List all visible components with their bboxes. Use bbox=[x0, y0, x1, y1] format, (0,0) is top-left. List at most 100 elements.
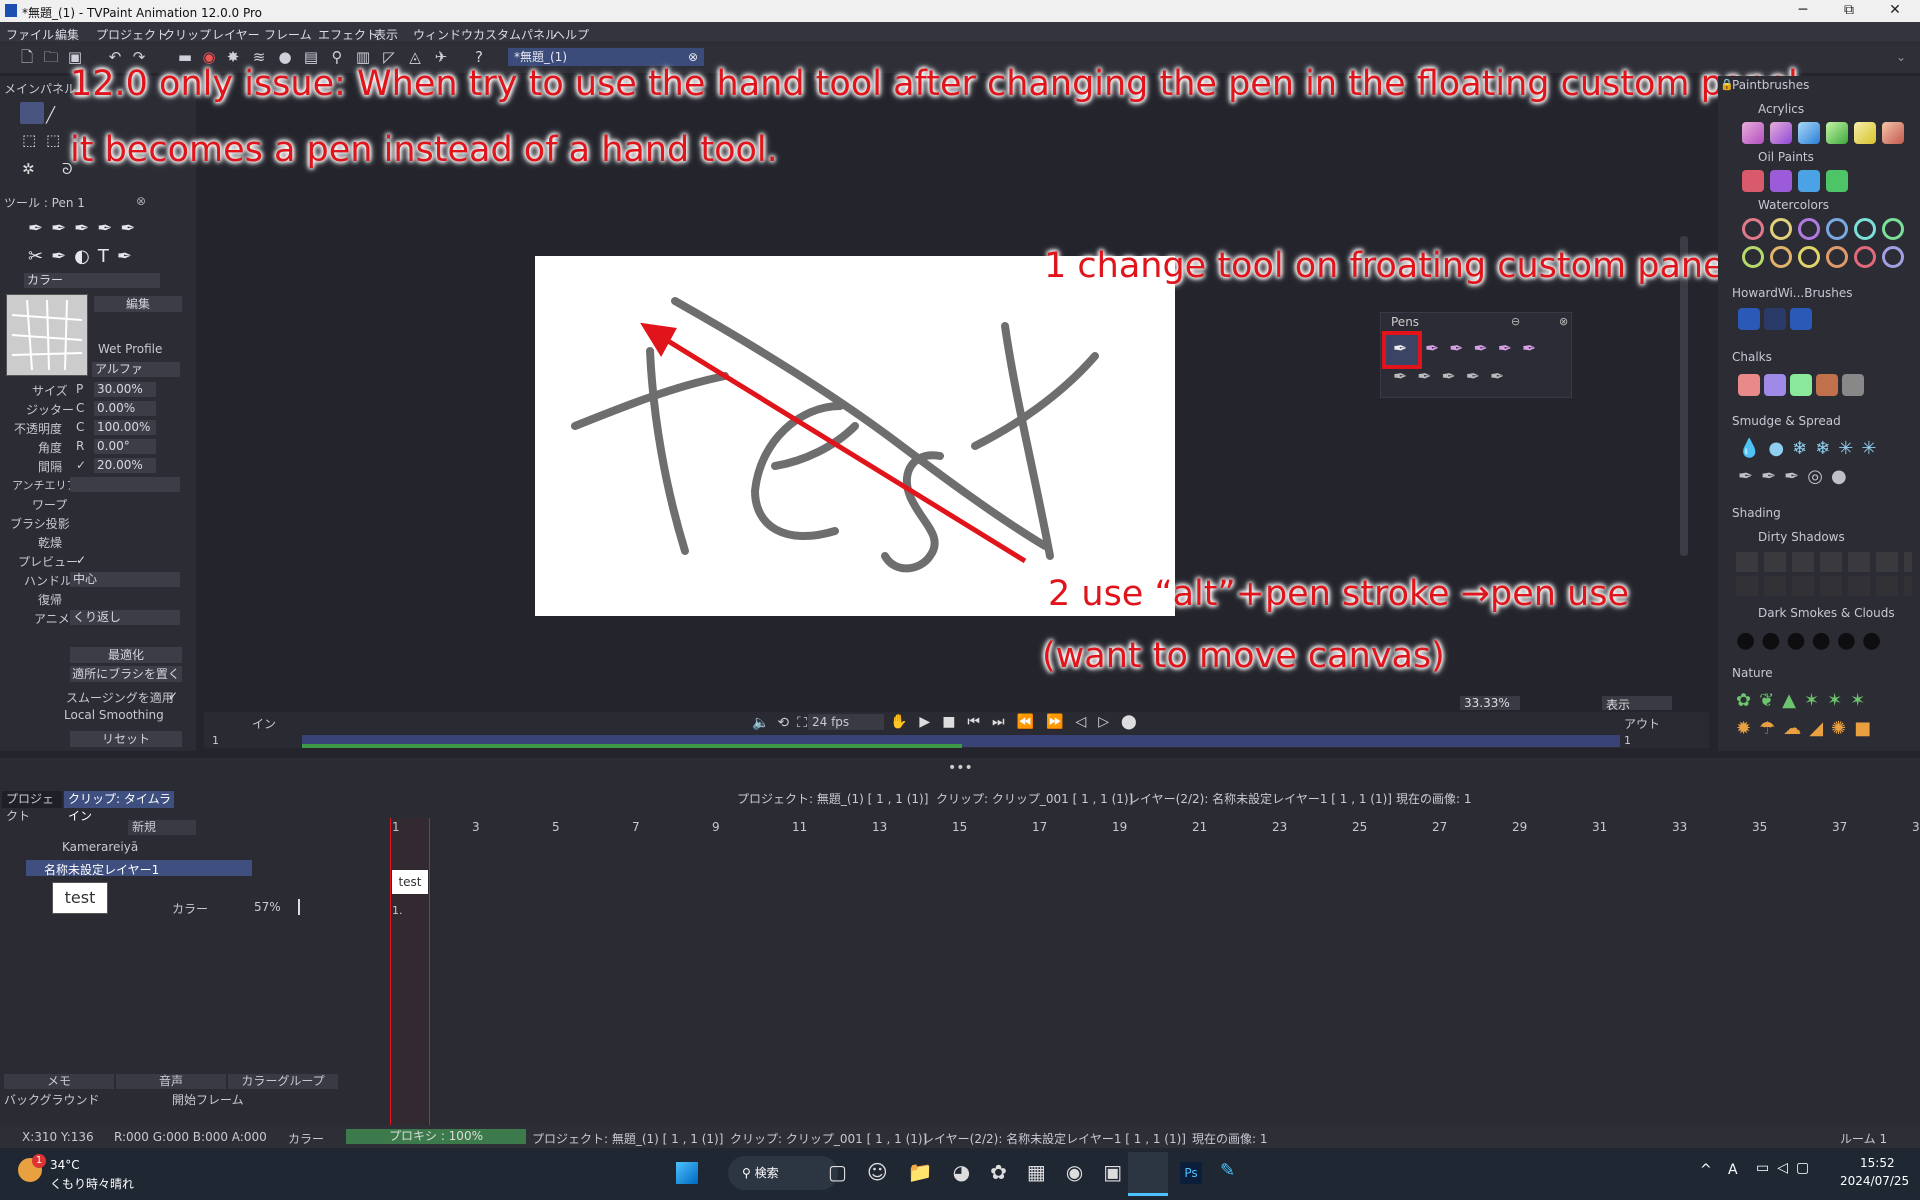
frame-number[interactable]: 19 bbox=[1112, 820, 1127, 834]
preview-check[interactable]: ✓ bbox=[76, 553, 86, 567]
panel-close-icon[interactable]: ⊗ bbox=[136, 194, 146, 208]
resize-handle-icon[interactable]: ••• bbox=[948, 760, 973, 776]
view-select[interactable]: 表示 bbox=[1602, 696, 1672, 712]
brush-oil-1[interactable] bbox=[1742, 170, 1764, 192]
anime-select[interactable]: くり返し bbox=[70, 610, 180, 625]
frame-number[interactable]: 5 bbox=[552, 820, 560, 834]
brush-chalk-4[interactable] bbox=[1816, 374, 1838, 396]
maximize-button[interactable]: ⧉ bbox=[1826, 0, 1872, 22]
optimize-button[interactable]: 最適化 bbox=[70, 647, 182, 663]
brush-watercolor-6[interactable] bbox=[1882, 218, 1904, 240]
frame-number[interactable]: 7 bbox=[632, 820, 640, 834]
place-brush-button[interactable]: 適所にブラシを置く bbox=[70, 666, 182, 682]
section-nature[interactable]: Nature bbox=[1732, 666, 1773, 680]
minimize-button[interactable]: ─ bbox=[1780, 0, 1826, 22]
section-paintbrushes[interactable]: Paintbrushes bbox=[1732, 78, 1809, 92]
sub-dirty-shadows[interactable]: Dirty Shadows bbox=[1758, 530, 1845, 544]
menu-clip[interactable]: クリップ bbox=[163, 26, 211, 43]
frame-number[interactable]: 15 bbox=[952, 820, 967, 834]
nature-row-2[interactable]: ✹☂☁◢✺■ bbox=[1736, 718, 1879, 739]
frame-number[interactable]: 17 bbox=[1032, 820, 1047, 834]
menu-layer[interactable]: レイヤー bbox=[212, 26, 260, 43]
sub-oil-paints[interactable]: Oil Paints bbox=[1758, 150, 1814, 164]
fps-select[interactable]: 24 fps bbox=[808, 714, 884, 730]
brush-watercolor-5[interactable] bbox=[1854, 218, 1876, 240]
brush-watercolor-9[interactable] bbox=[1798, 246, 1820, 268]
menu-view[interactable]: 表示 bbox=[374, 26, 398, 43]
line-tool-icon[interactable]: ╱ bbox=[46, 106, 55, 124]
playback-controls[interactable]: ✋▶■⏮⏭⏪⏩◁▷⬤ bbox=[890, 714, 1149, 730]
layer-opacity[interactable]: 57% bbox=[254, 900, 281, 914]
reset-button[interactable]: リセット bbox=[70, 731, 182, 747]
app-taskbar-icon[interactable]: ✎ bbox=[1220, 1160, 1235, 1181]
floating-panel-close-icon[interactable]: ⊗ bbox=[1559, 315, 1568, 328]
pen-presets-row-1[interactable]: ✒✒✒✒✒ bbox=[1425, 339, 1546, 359]
menu-help[interactable]: ヘルプ bbox=[553, 26, 589, 43]
frame-number[interactable]: 31 bbox=[1592, 820, 1607, 834]
new-select[interactable]: 新規 bbox=[128, 820, 196, 835]
frame-thumbnail[interactable]: test bbox=[392, 870, 428, 894]
angle-field[interactable]: 0.00° bbox=[94, 439, 156, 454]
sub-dark-smokes[interactable]: Dark Smokes & Clouds bbox=[1758, 606, 1895, 620]
brush-howard-3[interactable] bbox=[1790, 308, 1812, 330]
status-room[interactable]: ルーム 1 bbox=[1840, 1130, 1887, 1147]
taskbar-apps[interactable]: ▢☺📁◕✿▦◉▣ bbox=[828, 1160, 1142, 1184]
close-button[interactable]: ✕ bbox=[1872, 0, 1918, 22]
nature-row-1[interactable]: ✿❦▲✶✶✶ bbox=[1736, 690, 1873, 711]
tvpaint-taskbar-icon[interactable] bbox=[1128, 1152, 1168, 1196]
floating-panel-minimize-icon[interactable]: ⊖ bbox=[1511, 315, 1520, 328]
audio-tab[interactable]: 音声 bbox=[116, 1074, 226, 1089]
menu-window[interactable]: ウィンドウ bbox=[413, 26, 473, 43]
drawing-canvas[interactable] bbox=[535, 256, 1175, 616]
camera-layer-name[interactable]: Kamerareiyā bbox=[62, 840, 138, 854]
frame-number[interactable]: 13 bbox=[872, 820, 887, 834]
zoom-field[interactable]: 33.33% bbox=[1460, 696, 1520, 710]
clock-date[interactable]: 2024/07/25 bbox=[1840, 1174, 1909, 1188]
handle-select[interactable]: 中心 bbox=[70, 572, 180, 587]
section-shading[interactable]: Shading bbox=[1732, 506, 1781, 520]
alpha-select[interactable]: アルファ bbox=[92, 362, 180, 377]
antialias-select[interactable] bbox=[70, 477, 180, 492]
spacing-check[interactable]: ✓ bbox=[76, 458, 86, 472]
start-frame-label[interactable]: 開始フレーム bbox=[172, 1091, 244, 1108]
brush-chalk-3[interactable] bbox=[1790, 374, 1812, 396]
section-chalks[interactable]: Chalks bbox=[1732, 350, 1772, 364]
brush-watercolor-10[interactable] bbox=[1826, 246, 1848, 268]
size-field[interactable]: 30.00% bbox=[94, 382, 156, 397]
frame-number[interactable]: 23 bbox=[1272, 820, 1287, 834]
frame-number[interactable]: 11 bbox=[792, 820, 807, 834]
brush-oil-3[interactable] bbox=[1798, 170, 1820, 192]
brush-watercolor-7[interactable] bbox=[1742, 246, 1764, 268]
menu-file[interactable]: ファイル bbox=[6, 26, 54, 43]
frame-number[interactable]: 21 bbox=[1192, 820, 1207, 834]
tab-project[interactable]: プロジェクト bbox=[2, 791, 62, 823]
weather-text[interactable]: くもり時々晴れ bbox=[50, 1175, 134, 1192]
pen-presets-row-2[interactable]: ✒✒✒✒✒ bbox=[1393, 367, 1514, 387]
background-label[interactable]: バックグラウンド bbox=[4, 1091, 100, 1108]
freehand-tool-icon[interactable] bbox=[20, 102, 44, 124]
brush-chalk-2[interactable] bbox=[1764, 374, 1786, 396]
chevron-down-icon[interactable]: ⌄ bbox=[1896, 50, 1906, 64]
brush-watercolor-3[interactable] bbox=[1798, 218, 1820, 240]
frame-number[interactable]: 3 bbox=[472, 820, 480, 834]
opacity-slider[interactable] bbox=[298, 899, 300, 915]
brush-acrylic-6[interactable] bbox=[1882, 122, 1904, 144]
brush-watercolor-1[interactable] bbox=[1742, 218, 1764, 240]
color-select[interactable]: カラー bbox=[24, 273, 160, 288]
apply-smoothing-check[interactable]: ✓ bbox=[168, 689, 178, 703]
frame-range-bar[interactable]: 1 1 bbox=[204, 734, 1709, 748]
brush-acrylic-1[interactable] bbox=[1742, 122, 1764, 144]
menu-project[interactable]: プロジェクト bbox=[96, 26, 168, 43]
tab-clip-timeline[interactable]: クリップ: タイムライン bbox=[64, 791, 174, 823]
brush-watercolor-8[interactable] bbox=[1770, 246, 1792, 268]
brush-oil-2[interactable] bbox=[1770, 170, 1792, 192]
weather-temp[interactable]: 34°C bbox=[50, 1158, 80, 1172]
brush-acrylic-4[interactable] bbox=[1826, 122, 1848, 144]
spacing-field[interactable]: 20.00% bbox=[94, 458, 156, 473]
brush-chalk-1[interactable] bbox=[1738, 374, 1760, 396]
frame-number[interactable]: 9 bbox=[712, 820, 720, 834]
warp-tool-icon[interactable]: ✲ bbox=[22, 160, 35, 178]
brush-acrylic-3[interactable] bbox=[1798, 122, 1820, 144]
frame-number[interactable]: 25 bbox=[1352, 820, 1367, 834]
pen-tool-row-2[interactable]: ✂✒◐T✒ bbox=[28, 246, 140, 267]
